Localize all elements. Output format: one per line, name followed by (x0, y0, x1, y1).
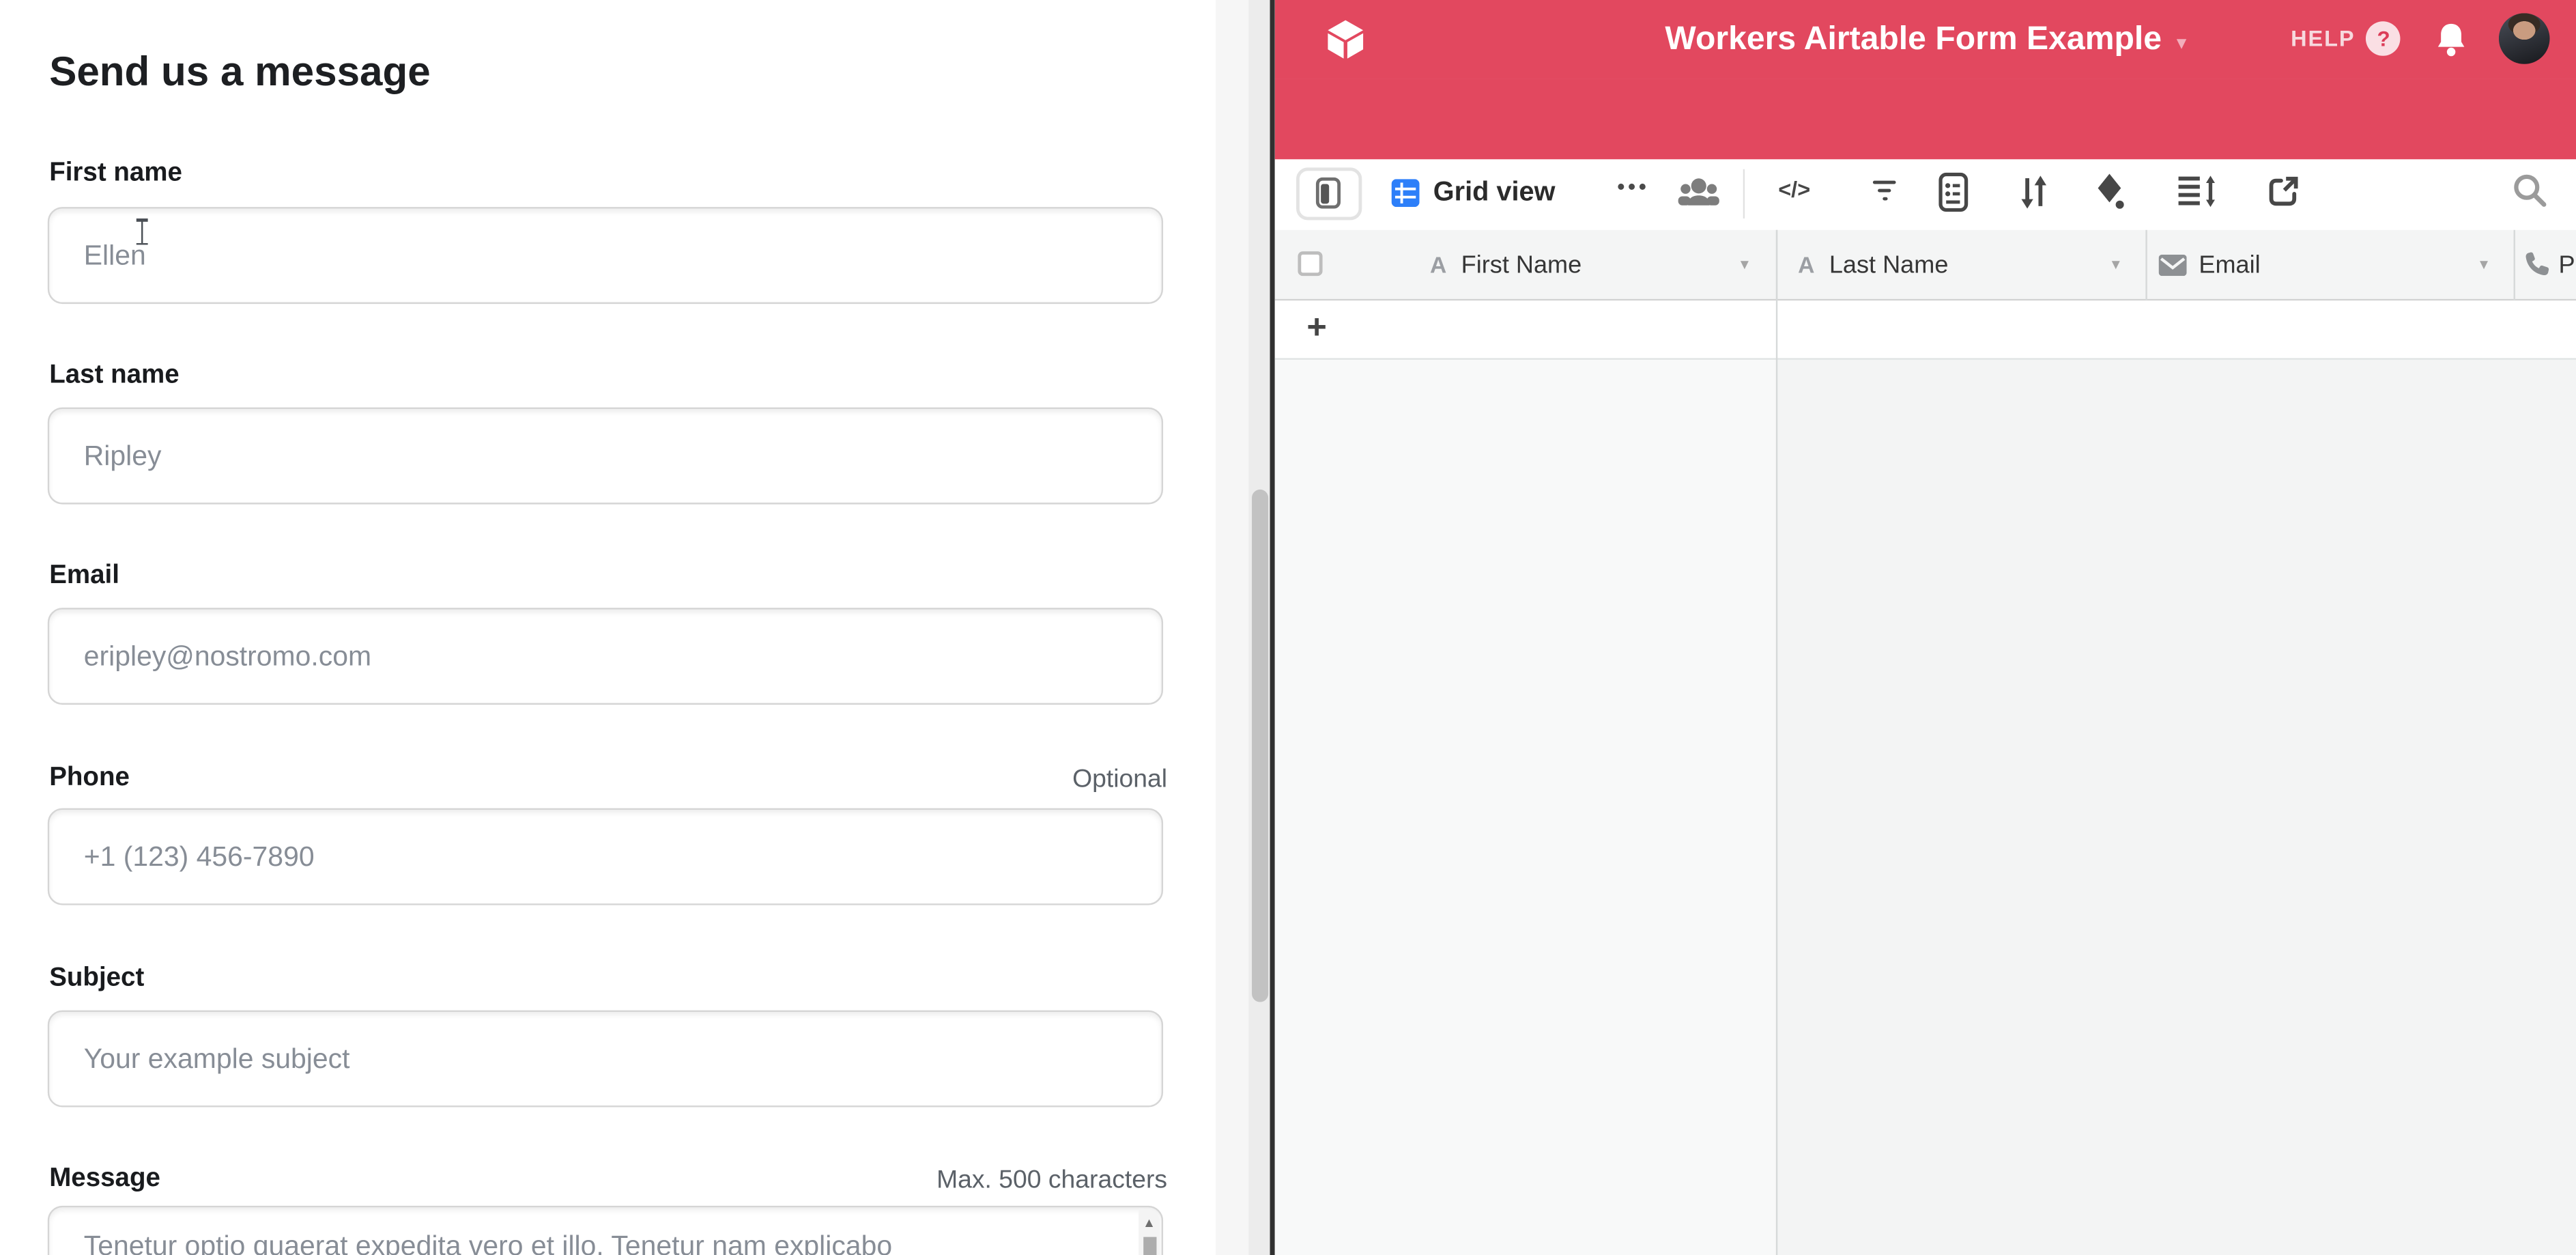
screen: Send us a message First name Last name E… (0, 0, 2576, 1255)
row-height-button[interactable] (2179, 175, 2218, 206)
message-text: Tenetur optio quaerat expedita vero et i… (84, 1230, 1119, 1255)
message-textarea[interactable]: Tenetur optio quaerat expedita vero et i… (48, 1206, 1163, 1255)
page-gutter (1215, 0, 1248, 1255)
grid-body-left-area (1276, 359, 1776, 1255)
hide-fields-button[interactable] (1939, 171, 1969, 211)
view-toolbar: Grid view ••• </> (1276, 158, 2576, 230)
search-icon[interactable] (2513, 171, 2549, 208)
window-divider (1270, 0, 1276, 1255)
chevron-down-icon: ▾ (1741, 230, 1749, 300)
select-all-checkbox[interactable] (1298, 251, 1322, 276)
first-name-label: First name (49, 159, 182, 188)
toolbar-divider (1744, 169, 1745, 218)
phone-optional-note: Optional (1072, 765, 1167, 795)
message-scrollbar[interactable]: ▲ (1139, 1209, 1160, 1255)
email-field-type-icon (2160, 255, 2188, 276)
add-record-icon[interactable]: + (1306, 300, 1327, 356)
grid-view-icon (1392, 179, 1420, 207)
collaborators-icon[interactable] (1678, 177, 1721, 206)
api-code-button[interactable]: </> (1778, 177, 1810, 201)
subject-label: Subject (49, 964, 144, 993)
help-button[interactable]: HELP (2291, 26, 2355, 51)
email-input[interactable] (48, 608, 1163, 705)
grid-body-right-area (1776, 359, 2576, 1255)
text-cursor-icon (137, 218, 148, 244)
scroll-up-icon[interactable]: ▲ (1143, 1215, 1156, 1230)
airtable-window: Workers Airtable Form Example▾ HELP ? Fo… (1276, 0, 2576, 1255)
bell-icon[interactable] (2435, 21, 2468, 57)
view-sidebar-toggle-button[interactable] (1297, 167, 1362, 220)
chevron-down-icon: ▾ (2480, 230, 2488, 300)
column-divider[interactable] (2514, 230, 2515, 300)
sort-button[interactable] (2020, 173, 2049, 210)
contact-form-panel: Send us a message First name Last name E… (0, 0, 1215, 1255)
share-view-button[interactable] (2267, 173, 2300, 208)
text-field-type-icon: A (1430, 230, 1446, 300)
page-scrollbar[interactable] (1248, 0, 1270, 1255)
page-scrollbar-thumb[interactable] (1251, 490, 1268, 1002)
grid-view-button[interactable]: Grid view (1392, 169, 1556, 218)
message-label: Message (49, 1165, 160, 1194)
frozen-column-divider[interactable] (1776, 230, 1777, 1255)
table-tabs-bar: Form Submissions ▾ SHARE (1276, 79, 2576, 158)
message-maxchars-note: Max. 500 characters (936, 1166, 1167, 1196)
last-name-input[interactable] (48, 408, 1163, 505)
color-button[interactable] (2095, 171, 2127, 209)
email-label: Email (49, 562, 119, 591)
last-name-label: Last name (49, 361, 179, 391)
base-title-text: Workers Airtable Form Example (1665, 21, 2162, 57)
more-options-icon[interactable]: ••• (1617, 173, 1649, 198)
filter-button[interactable] (1874, 180, 1897, 205)
phone-field-type-icon (2524, 251, 2551, 277)
text-field-type-icon: A (1798, 230, 1814, 300)
phone-input[interactable] (48, 808, 1163, 905)
subject-input[interactable] (48, 1011, 1163, 1108)
view-name: Grid view (1433, 178, 1556, 209)
chevron-down-icon: ▾ (2177, 31, 2187, 55)
phone-label: Phone (49, 764, 130, 793)
add-record-row[interactable]: + (1276, 300, 2576, 358)
form-title: Send us a message (49, 49, 431, 97)
chevron-down-icon: ▾ (2112, 230, 2120, 300)
column-divider[interactable] (2145, 230, 2147, 300)
grid-header-row: A First Name ▾ A Last Name ▾ Email ▾ (1276, 230, 2576, 300)
airtable-topbar: Workers Airtable Form Example▾ HELP ? (1276, 0, 2576, 79)
message-scrollbar-thumb[interactable] (1143, 1237, 1156, 1255)
first-name-input[interactable] (48, 207, 1163, 304)
